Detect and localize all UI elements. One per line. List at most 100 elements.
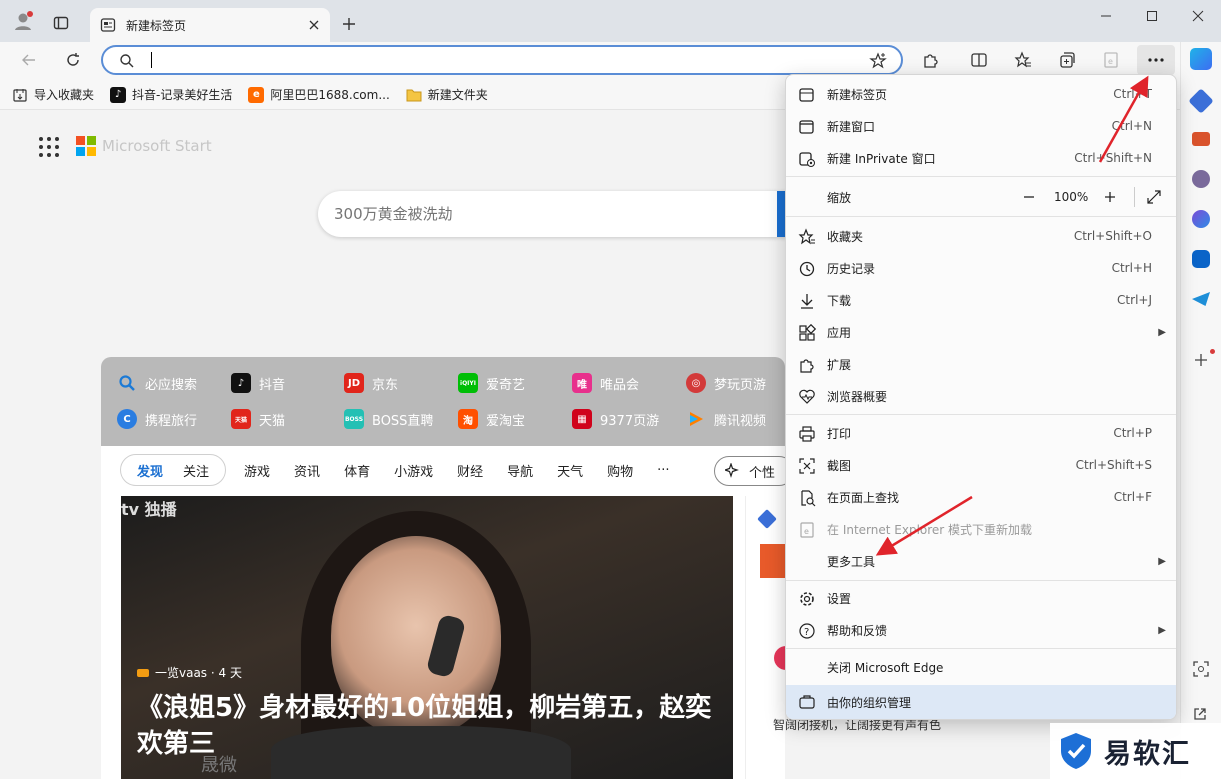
menu-item-more-tools[interactable]: 更多工具 ▶ [786,545,1176,577]
sidebar-external-button[interactable] [1192,706,1208,722]
menu-item-help-feedback[interactable]: ? 帮助和反馈 ▶ [786,614,1176,646]
menu-item-close-edge[interactable]: 关闭 Microsoft Edge [786,651,1176,683]
quick-link[interactable]: C 携程旅行 [117,409,197,429]
menu-item-apps[interactable]: 应用 ▶ [786,316,1176,348]
microsoft-logo-icon [76,136,96,156]
maximize-button[interactable] [1129,0,1175,32]
ie-page-icon: e [1104,52,1118,68]
quick-link[interactable]: BOSS BOSS直聘 [344,409,433,429]
menu-item-ie-mode: e 在 Internet Explorer 模式下重新加载 [786,513,1176,545]
feed-tab[interactable]: 导航 [507,461,533,480]
address-bar[interactable] [101,45,903,75]
quick-links-panel: 必应搜索 ♪ 抖音 JD 京东 iQIYI 爱奇艺 唯 唯品会 ◎ 梦玩页游 C… [101,357,785,447]
feed-tab[interactable]: 资讯 [294,461,320,480]
feed-more-tab[interactable]: ··· [657,463,669,478]
extension-puzzle-button[interactable] [916,45,946,75]
close-tab-icon[interactable] [308,19,320,31]
menu-item-new-tab[interactable]: 新建标签页 Ctrl+T [786,78,1176,110]
bookmark-douyin[interactable]: ♪ 抖音-记录美好生活 [110,86,232,103]
extensions-icon [800,359,814,373]
microsoft365-icon[interactable] [1192,210,1210,228]
add-sidebar-app-button[interactable] [1193,352,1209,368]
plus-icon [343,18,355,30]
menu-item-find-on-page[interactable]: 在页面上查找 Ctrl+F [786,481,1176,513]
feed-tab[interactable]: 游戏 [244,461,270,480]
menu-item-browser-essentials[interactable]: 浏览器概要 [786,380,1176,412]
back-button[interactable] [14,45,44,75]
menu-item-history[interactable]: 历史记录 Ctrl+H [786,252,1176,284]
import-icon [12,87,28,103]
open-external-icon [1194,708,1206,720]
menu-item-new-inprivate[interactable]: 新建 InPrivate 窗口 Ctrl+Shift+N [786,142,1176,174]
address-input[interactable] [143,50,843,70]
menu-item-settings[interactable]: 设置 [786,582,1176,614]
favorite-star-icon[interactable] [869,52,887,70]
games-icon[interactable] [1192,170,1210,188]
bookmark-import[interactable]: 导入收藏夹 [12,86,94,103]
app-launcher-button[interactable] [38,136,60,158]
feed-tab[interactable]: 财经 [457,461,483,480]
screenshot-icon [799,458,815,474]
quick-link[interactable]: JD 京东 [344,373,398,393]
new-tab-button[interactable] [334,9,364,39]
menu-item-downloads[interactable]: 下载 Ctrl+J [786,284,1176,316]
bookmark-folder[interactable]: 新建文件夹 [406,86,488,103]
quick-link[interactable]: 唯 唯品会 [572,373,639,393]
refresh-button[interactable] [58,45,88,75]
feed-tab[interactable]: 购物 [607,461,633,480]
feed-tab[interactable]: 天气 [557,461,583,480]
outlook-icon[interactable] [1192,250,1210,268]
zoom-in-icon[interactable] [1104,191,1116,203]
menu-item-favorites[interactable]: 收藏夹 Ctrl+Shift+O [786,220,1176,252]
minimize-button[interactable] [1083,0,1129,32]
fullscreen-icon[interactable] [1147,190,1161,204]
web-search-input[interactable] [334,204,754,224]
sidebar-screenshot-button[interactable] [1192,660,1210,678]
menu-item-managed-by-org[interactable]: 由你的组织管理 [786,685,1176,719]
quick-link[interactable]: ◎ 梦玩页游 [686,373,766,393]
history-icon [799,261,815,277]
web-search-box[interactable] [318,191,788,237]
quick-link[interactable]: iQIYI 爱奇艺 [458,373,525,393]
personalize-button[interactable]: 个性 [714,456,794,486]
favorites-list-icon [1014,51,1031,68]
tab-following[interactable]: 关注 [173,461,219,480]
ie-mode-toolbar-button[interactable]: e [1096,45,1126,75]
tab-actions-button[interactable] [46,8,76,38]
new-tab-icon [799,88,814,102]
side-card-image [760,544,786,578]
menu-item-new-window[interactable]: 新建窗口 Ctrl+N [786,110,1176,142]
download-icon [801,294,813,309]
favorites-button[interactable] [1008,45,1038,75]
hero-article[interactable]: tv 独播 一览vaas · 4 天 《浪姐5》身材最好的10位姐姐，柳岩第五，… [121,496,733,779]
folder-icon [406,87,422,103]
feed-tab[interactable]: 体育 [344,461,370,480]
quick-link[interactable]: ♪ 抖音 [231,373,285,393]
menu-item-screenshot[interactable]: 截图 Ctrl+Shift+S [786,449,1176,481]
bookmark-alibaba[interactable]: e 阿里巴巴1688.com... [248,86,390,103]
tab-new-tab[interactable]: 新建标签页 [90,8,330,42]
send-icon[interactable] [1192,292,1210,306]
collections-button[interactable] [1052,45,1082,75]
menu-item-print[interactable]: 打印 Ctrl+P [786,417,1176,449]
copilot-icon[interactable] [1190,48,1212,70]
feed-tab[interactable]: 小游戏 [394,461,433,480]
side-article-card[interactable] [745,496,788,779]
quick-link[interactable]: 淘 爱淘宝 [458,409,525,429]
quick-link[interactable]: 必应搜索 [117,373,197,393]
zoom-out-icon[interactable] [1023,191,1035,203]
tab-discover[interactable]: 发现 [127,461,173,480]
quick-link[interactable]: ▦ 9377页游 [572,409,659,429]
menu-item-extensions[interactable]: 扩展 [786,348,1176,380]
tag-icon[interactable] [1188,88,1214,114]
quick-link[interactable]: 腾讯视频 [686,409,766,429]
quick-link[interactable]: 天猫 天猫 [231,409,285,429]
settings-and-more-button[interactable] [1137,45,1175,75]
microsoft-start-brand[interactable]: Microsoft Start [76,136,212,156]
tag-icon [757,509,777,529]
toolbox-icon[interactable] [1192,132,1210,146]
split-screen-icon [971,53,987,67]
split-screen-button[interactable] [964,45,994,75]
close-window-button[interactable] [1175,0,1221,32]
profile-button[interactable] [8,6,38,36]
